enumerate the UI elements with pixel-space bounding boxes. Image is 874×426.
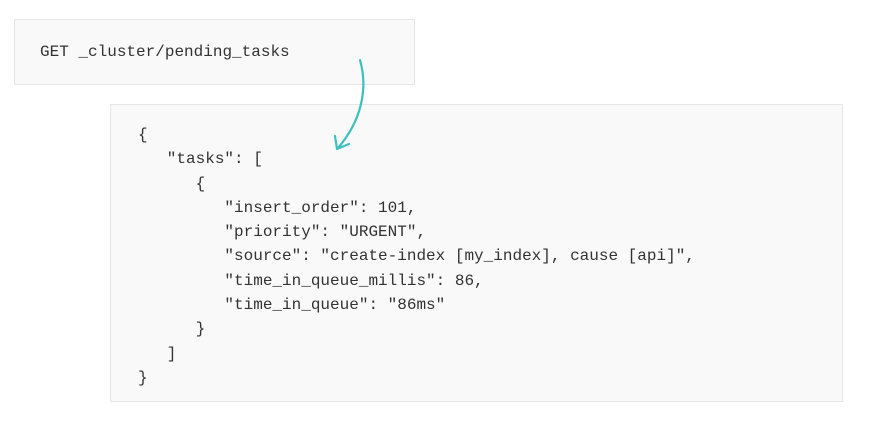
- code-line: "source": "create-index [my_index], caus…: [138, 247, 695, 266]
- code-line: "time_in_queue": "86ms": [138, 296, 446, 315]
- request-panel: GET _cluster/pending_tasks: [14, 19, 415, 85]
- code-line: ]: [138, 344, 177, 363]
- request-method: GET: [40, 43, 69, 61]
- response-panel: { "tasks": [ { "insert_order": 101, "pri…: [110, 104, 843, 402]
- code-line: "priority": "URGENT",: [138, 223, 427, 242]
- request-line: GET _cluster/pending_tasks: [40, 43, 290, 61]
- code-line: }: [138, 368, 148, 387]
- code-line: {: [138, 126, 148, 144]
- code-line: }: [138, 320, 206, 339]
- response-code-block: { "tasks": [ { "insert_order": 101, "pri…: [138, 123, 695, 390]
- request-path: _cluster/pending_tasks: [78, 43, 290, 61]
- code-line: "tasks": [: [138, 150, 263, 169]
- code-line: {: [138, 174, 206, 193]
- code-line: "time_in_queue_millis": 86,: [138, 271, 484, 290]
- code-line: "insert_order": 101,: [138, 198, 417, 217]
